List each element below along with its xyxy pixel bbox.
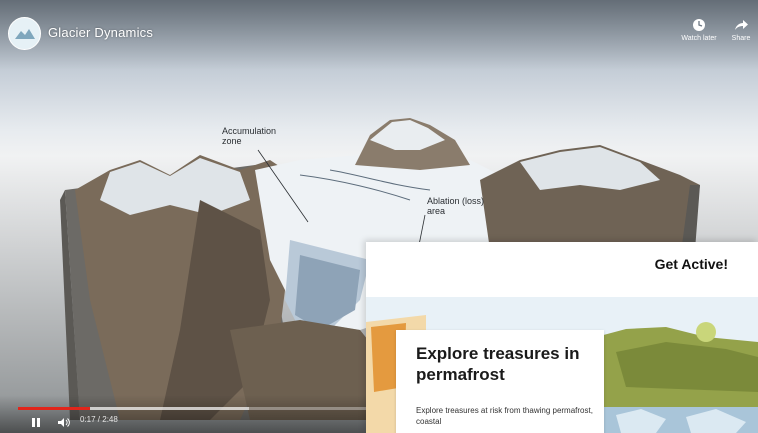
card-heading: Explore treasures in permafrost [416, 344, 580, 384]
get-active-panel: Get Active! Explore treasures in permafr… [366, 242, 758, 433]
watch-later-label: Watch later [681, 35, 717, 42]
share-arrow-icon [735, 20, 748, 30]
watch-later-button[interactable]: Watch later [676, 18, 722, 43]
time-display: 0:17 / 2:48 [80, 415, 118, 424]
progress-played [18, 407, 91, 410]
volume-icon [58, 418, 70, 427]
clock-icon [693, 19, 705, 31]
volume-button[interactable] [57, 415, 71, 433]
panel-header: Get Active! [366, 242, 758, 297]
pause-button[interactable] [31, 415, 41, 433]
player-top-bar: Glacier Dynamics Watch later Share [0, 0, 758, 70]
ablation-area-label: Ablation (loss) area [427, 196, 485, 216]
video-title[interactable]: Glacier Dynamics [48, 25, 153, 40]
card-body: Explore treasures at risk from thawing p… [416, 406, 593, 426]
share-button[interactable]: Share [718, 18, 758, 43]
pause-icon [32, 418, 40, 427]
channel-logo[interactable] [8, 17, 41, 50]
channel-logo-icon [14, 28, 35, 39]
share-label: Share [731, 35, 751, 42]
explore-card[interactable]: Explore treasures in permafrost Explore … [396, 330, 604, 433]
accumulation-zone-label: Accumulation zone [222, 126, 277, 146]
panel-title: Get Active! [654, 256, 728, 272]
